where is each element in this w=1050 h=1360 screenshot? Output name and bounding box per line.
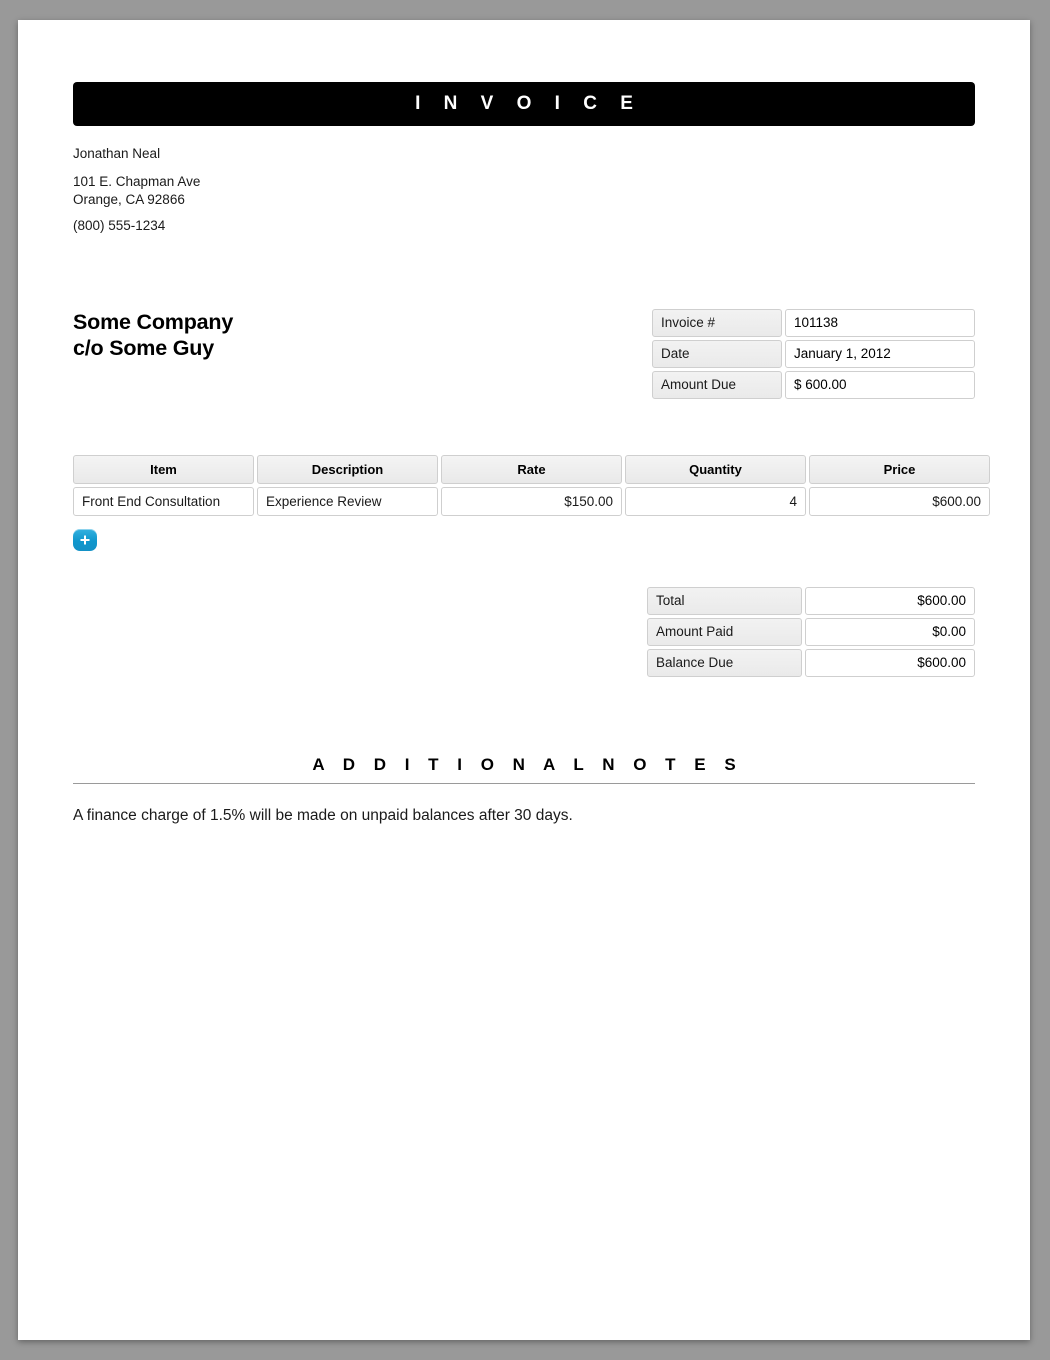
- meta-row-date: Date January 1, 2012: [652, 339, 975, 368]
- meta-row-invoice-number: Invoice # 101138: [652, 308, 975, 337]
- bill-to-line1: Some Company: [73, 309, 234, 334]
- cell-rate[interactable]: $150.00: [441, 486, 622, 516]
- totals-label-amount-paid: Amount Paid: [647, 617, 802, 646]
- sender-name: Jonathan Neal: [73, 146, 161, 161]
- billto-and-meta-row: Some Company c/o Some Guy Invoice # 1011…: [73, 306, 978, 402]
- column-header-item: Item: [73, 454, 254, 484]
- totals-row-total: Total $600.00: [647, 586, 975, 615]
- bill-to-line2: c/o Some Guy: [73, 336, 214, 361]
- totals-fields: Total $600.00 Amount Paid $0.00 Balance …: [644, 584, 978, 680]
- bill-to-block[interactable]: Some Company c/o Some Guy: [73, 309, 233, 362]
- column-header-quantity: Quantity: [625, 454, 806, 484]
- cell-item[interactable]: Front End Consultation: [73, 486, 254, 516]
- cell-description[interactable]: Experience Review: [257, 486, 438, 516]
- totals-value-amount-paid[interactable]: $0.00: [805, 617, 975, 646]
- cell-quantity[interactable]: 4: [625, 486, 806, 516]
- line-items-table: Item Description Rate Quantity Price Fro…: [70, 452, 993, 519]
- totals-label-balance-due: Balance Due: [647, 648, 802, 677]
- sender-address-line1: 101 E. Chapman Ave: [73, 173, 201, 189]
- invoice-page: I N V O I C E Jonathan Neal 101 E. Chapm…: [18, 20, 1030, 1340]
- invoice-title-banner: I N V O I C E: [73, 82, 975, 126]
- totals-value-total: $600.00: [805, 586, 975, 615]
- add-line-item-button[interactable]: [73, 528, 97, 551]
- meta-label-amount-due: Amount Due: [652, 370, 782, 399]
- invoice-content: I N V O I C E Jonathan Neal 101 E. Chapm…: [18, 20, 1030, 826]
- meta-row-amount-due: Amount Due $ 600.00: [652, 370, 975, 399]
- meta-label-invoice-number: Invoice #: [652, 308, 782, 337]
- cell-price[interactable]: $600.00: [809, 486, 990, 516]
- meta-value-invoice-number[interactable]: 101138: [785, 308, 975, 337]
- plus-icon: [73, 534, 97, 546]
- column-header-price: Price: [809, 454, 990, 484]
- totals-label-total: Total: [647, 586, 802, 615]
- column-header-rate: Rate: [441, 454, 622, 484]
- sender-address-line2: Orange, CA 92866: [73, 191, 185, 207]
- sender-block: Jonathan Neal 101 E. Chapman Ave Orange,…: [73, 147, 975, 233]
- line-items-header-row: Item Description Rate Quantity Price: [73, 454, 990, 484]
- additional-notes-heading: A D D I T I O N A L N O T E S: [73, 755, 975, 784]
- totals-value-balance-due: $600.00: [805, 648, 975, 677]
- sender-address: 101 E. Chapman Ave Orange, CA 92866: [73, 173, 975, 210]
- totals-row-amount-paid: Amount Paid $0.00: [647, 617, 975, 646]
- meta-value-date[interactable]: January 1, 2012: [785, 339, 975, 368]
- column-header-description: Description: [257, 454, 438, 484]
- totals-section: Total $600.00 Amount Paid $0.00 Balance …: [73, 584, 978, 680]
- sender-phone: (800) 555-1234: [73, 218, 166, 234]
- meta-value-amount-due[interactable]: $ 600.00: [785, 370, 975, 399]
- meta-label-date: Date: [652, 339, 782, 368]
- totals-row-balance-due: Balance Due $600.00: [647, 648, 975, 677]
- invoice-meta-fields: Invoice # 101138 Date January 1, 2012 Am…: [649, 306, 978, 402]
- additional-notes-body[interactable]: A finance charge of 1.5% will be made on…: [73, 806, 975, 826]
- table-row: Front End Consultation Experience Review…: [73, 486, 990, 516]
